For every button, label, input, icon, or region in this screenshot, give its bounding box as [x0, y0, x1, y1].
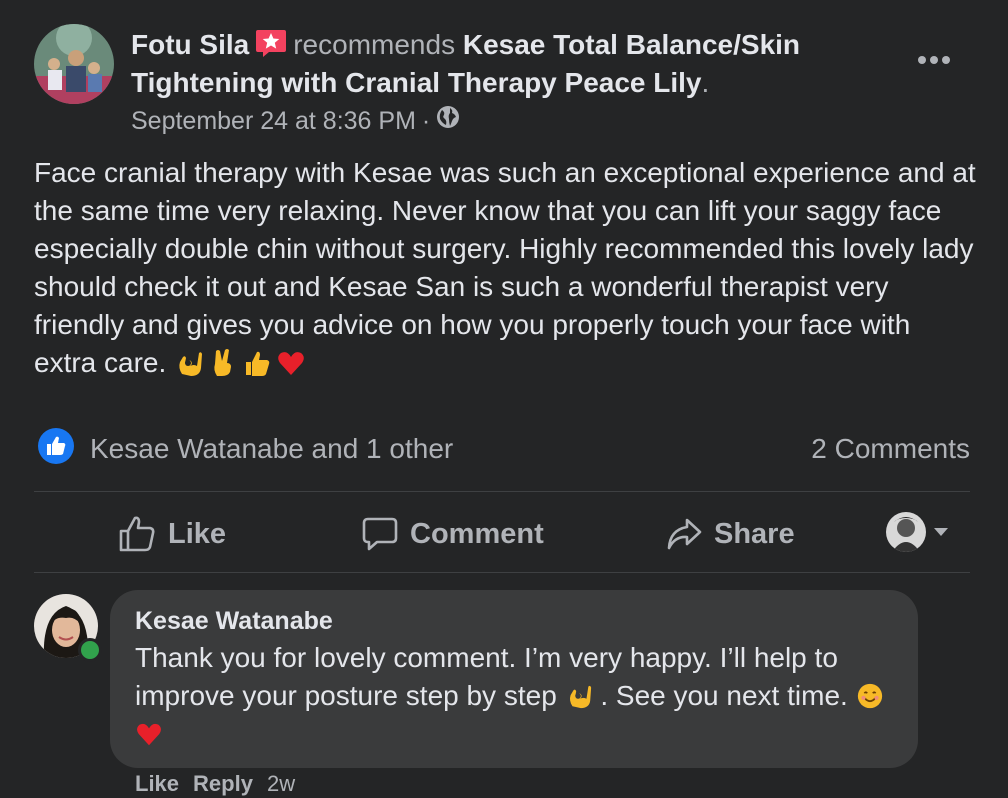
meta-separator: ·	[421, 107, 431, 135]
like-label: Like	[168, 517, 227, 550]
post-body-text: Face cranial therapy with Kesae was such…	[34, 157, 976, 378]
red-heart-emoji	[278, 352, 305, 375]
divider	[34, 572, 970, 573]
comment-bubble-icon	[362, 517, 398, 551]
comment-reply-link[interactable]: Reply	[193, 770, 253, 798]
ok-hand-emoji	[179, 352, 203, 376]
red-heart-emoji	[137, 723, 161, 746]
post-timestamp[interactable]: September 24 at 8:36 PM	[131, 104, 416, 138]
divider	[34, 491, 970, 492]
author-name[interactable]: Fotu Sila	[131, 29, 249, 60]
globe-icon[interactable]	[436, 104, 460, 138]
comment-text-part2: . See you next time.	[600, 680, 848, 711]
author-avatar[interactable]	[34, 24, 114, 104]
victory-hand-emoji	[214, 349, 232, 376]
post-emojis	[174, 348, 306, 378]
recommends-verb: recommends	[293, 29, 456, 60]
thumbs-up-emoji	[246, 351, 270, 376]
ok-hand-emoji	[569, 685, 591, 709]
comment-author[interactable]: Kesae Watanabe	[135, 604, 333, 638]
comment-button[interactable]: Comment	[362, 506, 544, 562]
post-meta: September 24 at 8:36 PM ·	[131, 104, 460, 138]
post-body: Face cranial therapy with Kesae was such…	[34, 154, 978, 382]
smiling-face-emoji	[857, 683, 882, 709]
reactions-summary[interactable]: Kesae Watanabe and 1 other	[90, 431, 453, 467]
post-header: Fotu Sila recommends Kesae Total Balance/…	[131, 26, 901, 102]
recommendation-star-icon	[255, 28, 287, 58]
share-button[interactable]: Share	[666, 506, 795, 562]
comments-count-link[interactable]: 2 Comments	[811, 431, 970, 467]
comment-actions: Like Reply 2w	[135, 770, 295, 798]
chevron-down-icon[interactable]	[932, 525, 950, 543]
comment-like-link[interactable]: Like	[135, 770, 179, 798]
thumbs-up-outline-icon	[119, 516, 155, 552]
share-arrow-icon	[667, 518, 702, 550]
viewer-avatar[interactable]	[886, 512, 926, 552]
like-reaction-icon[interactable]	[38, 428, 74, 464]
header-period: .	[701, 67, 710, 98]
like-button[interactable]: Like	[118, 506, 226, 562]
comment-text: Thank you for lovely comment. I’m very h…	[135, 639, 895, 753]
more-options-button[interactable]	[912, 46, 956, 74]
share-label: Share	[714, 517, 795, 550]
post-card: Fotu Sila recommends Kesae Total Balance/…	[0, 0, 1008, 796]
comment-label: Comment	[410, 517, 544, 550]
comment-timestamp[interactable]: 2w	[267, 770, 295, 798]
online-status-badge	[78, 638, 102, 662]
more-dots-icon	[918, 56, 950, 64]
